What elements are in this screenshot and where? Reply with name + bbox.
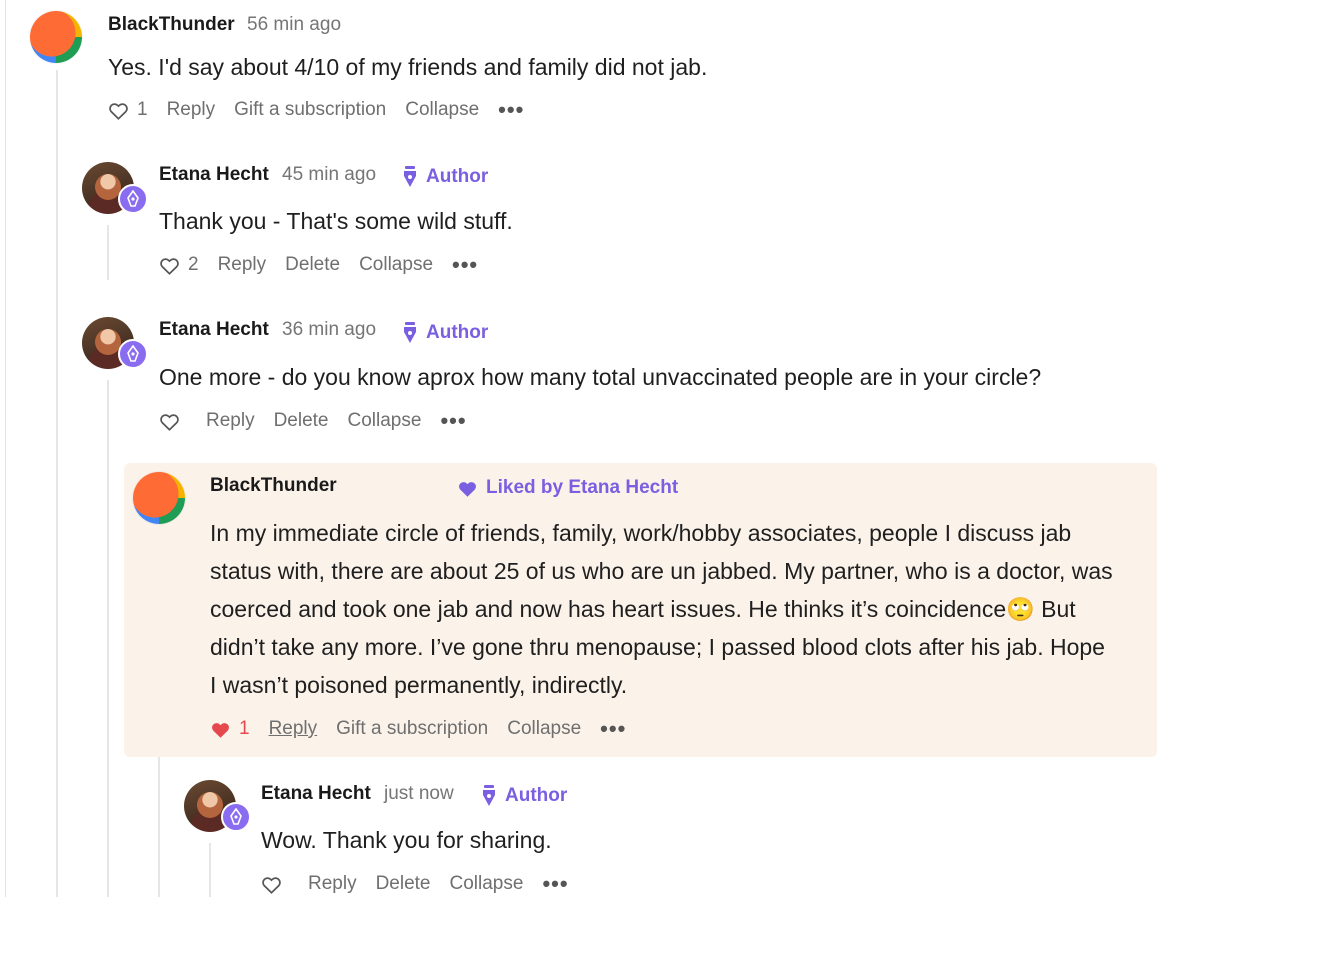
author-badge-icon (118, 339, 148, 369)
thread-line (209, 843, 211, 897)
collapse-button[interactable]: Collapse (348, 410, 422, 432)
more-dots-icon[interactable]: ••• (498, 99, 524, 121)
comment-timestamp[interactable]: 56 min ago (247, 14, 341, 36)
reply-button[interactable]: Reply (167, 99, 216, 121)
like-button[interactable] (159, 412, 180, 431)
author-badge-icon (221, 802, 251, 832)
like-button[interactable]: 2 (159, 254, 199, 276)
reply-button[interactable]: Reply (308, 873, 357, 895)
comment-actions: 2 Reply Delete Collapse ••• (159, 254, 478, 276)
comment-author[interactable]: Etana Hecht (159, 319, 269, 341)
pen-nib-icon (483, 785, 495, 806)
more-dots-icon[interactable]: ••• (452, 254, 478, 276)
author-badge-icon (118, 184, 148, 214)
thread-border (5, 0, 6, 897)
like-button[interactable]: 1 (108, 99, 148, 121)
heart-outline-icon (160, 413, 179, 431)
thread-line (107, 380, 109, 897)
author-label: Author (402, 322, 488, 344)
thread-line (107, 225, 109, 280)
collapse-button[interactable]: Collapse (359, 254, 433, 276)
more-dots-icon[interactable]: ••• (542, 873, 568, 895)
comment-author[interactable]: Etana Hecht (261, 783, 371, 805)
thread-line (56, 70, 58, 897)
like-button[interactable] (261, 875, 282, 894)
reply-button[interactable]: Reply (218, 254, 267, 276)
like-count: 1 (137, 99, 148, 120)
more-dots-icon[interactable]: ••• (440, 410, 466, 432)
collapse-button[interactable]: Collapse (507, 718, 581, 740)
avatar[interactable] (30, 11, 82, 63)
comment-body: In my immediate circle of friends, famil… (210, 514, 1150, 704)
like-button[interactable]: 1 (210, 718, 250, 740)
liked-by-label: Liked by Etana Hecht (457, 477, 678, 499)
heart-outline-icon (262, 876, 281, 894)
gift-subscription-button[interactable]: Gift a subscription (234, 99, 386, 121)
heart-outline-icon (160, 257, 179, 275)
comment-body-line: status with, there are about 25 of us wh… (210, 558, 1113, 584)
heart-outline-icon (109, 102, 128, 120)
comment-body: Thank you - That's some wild stuff. (159, 208, 513, 234)
reply-button[interactable]: Reply (269, 718, 318, 740)
comment-body: Wow. Thank you for sharing. (261, 827, 552, 853)
comment-body: One more - do you know aprox how many to… (159, 364, 1042, 390)
comment-body-line: didn’t take any more. I’ve gone thru men… (210, 634, 1105, 660)
delete-button[interactable]: Delete (376, 873, 431, 895)
delete-button[interactable]: Delete (274, 410, 329, 432)
comment-author[interactable]: Etana Hecht (159, 164, 269, 186)
comment-actions: 1 Reply Gift a subscription Collapse ••• (210, 718, 626, 740)
comment-actions: Reply Delete Collapse ••• (159, 410, 467, 432)
comment-actions: 1 Reply Gift a subscription Collapse ••• (108, 99, 524, 121)
comment-author[interactable]: BlackThunder (108, 14, 235, 36)
heart-filled-icon (212, 722, 229, 738)
like-count: 1 (239, 718, 250, 739)
comment-body: Yes. I'd say about 4/10 of my friends an… (108, 54, 708, 80)
avatar[interactable] (133, 472, 185, 524)
pen-nib-icon (404, 166, 416, 187)
comment-timestamp[interactable]: just now (384, 783, 454, 805)
comment-body-line: In my immediate circle of friends, famil… (210, 520, 1072, 546)
reply-button[interactable]: Reply (206, 410, 255, 432)
comment-author[interactable]: BlackThunder (210, 475, 337, 497)
comment-actions: Reply Delete Collapse ••• (261, 873, 569, 895)
comment-body-line: coerced and took one jab and now has hea… (210, 596, 1076, 622)
collapse-button[interactable]: Collapse (405, 99, 479, 121)
author-label: Author (402, 166, 488, 188)
heart-filled-icon (459, 481, 476, 497)
delete-button[interactable]: Delete (285, 254, 340, 276)
author-label: Author (481, 785, 567, 807)
like-count: 2 (188, 254, 199, 275)
more-dots-icon[interactable]: ••• (600, 718, 626, 740)
comment-timestamp[interactable]: 45 min ago (282, 164, 376, 186)
gift-subscription-button[interactable]: Gift a subscription (336, 718, 488, 740)
pen-nib-icon (404, 322, 416, 343)
collapse-button[interactable]: Collapse (450, 873, 524, 895)
comment-timestamp[interactable]: 36 min ago (282, 319, 376, 341)
comment-body-line: I wasn’t poisoned permanently, indirectl… (210, 672, 628, 698)
